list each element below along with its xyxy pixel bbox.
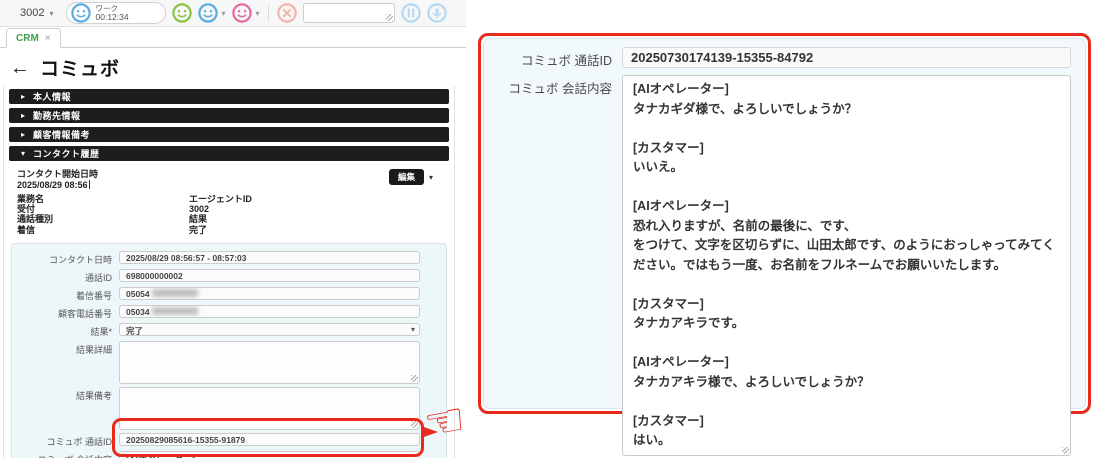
- dial-number-input[interactable]: [302, 3, 395, 23]
- page-header: ← コミュボ: [0, 48, 466, 86]
- meta-label: 受付: [17, 204, 36, 215]
- contact-datetime-input[interactable]: 2025/08/29 08:56:57 - 08:57:03: [119, 250, 420, 264]
- commubo-call-id-input[interactable]: 20250829085616-15355-91879: [119, 432, 420, 446]
- field-label: 結果備考: [75, 390, 112, 401]
- customer-phone-input[interactable]: 05034: [119, 304, 420, 318]
- contact-form: コンタクト日時 2025/08/29 08:56:57 - 08:57:03 通…: [11, 242, 447, 458]
- tab-crm-label: CRM: [16, 32, 39, 44]
- meta-value: エージェントID: [189, 194, 252, 204]
- meta-value: 完了: [189, 224, 208, 235]
- result-detail-textarea[interactable]: [119, 340, 420, 384]
- chevron-down-icon: ▾: [410, 324, 415, 334]
- chevron-down-icon: ▾: [49, 8, 54, 18]
- accordion-workplace-info[interactable]: ▸ 勤務先情報: [9, 108, 449, 123]
- screen: 3002 ▾ ワーク 00:12:34 ▾ ▾ CRM × ← コミュボ ▸ 本…: [0, 0, 1094, 458]
- tab-crm[interactable]: CRM ×: [6, 28, 61, 48]
- edit-button[interactable]: 編集: [388, 169, 424, 185]
- tab-bar: CRM ×: [0, 27, 466, 48]
- resize-grip-icon[interactable]: [1062, 446, 1069, 454]
- field-label: コンタクト日時: [48, 254, 112, 265]
- close-icon[interactable]: ×: [45, 33, 51, 44]
- masked-digits: [151, 288, 198, 297]
- chevron-down-icon[interactable]: ▾: [222, 9, 226, 18]
- commubo-call-id-input[interactable]: 20250730174139-15355-84792: [622, 47, 1071, 68]
- masked-digits: [151, 306, 198, 315]
- meta-label: 通話種別: [17, 214, 54, 225]
- field-label: コミュボ 通話ID: [46, 436, 112, 447]
- back-arrow-icon[interactable]: ←: [10, 58, 30, 78]
- field-label: 着信番号: [75, 290, 112, 301]
- work-status-icon[interactable]: [197, 3, 218, 23]
- chevron-right-icon: ▸: [21, 129, 26, 139]
- resize-grip-icon: [385, 14, 393, 21]
- chevron-right-icon: ▸: [21, 91, 26, 101]
- accordion-contact-history[interactable]: ▾ コンタクト履歴: [9, 146, 449, 161]
- field-label: コミュボ 会話内容: [508, 82, 612, 96]
- meta-value: 3002: [189, 204, 210, 215]
- extension-value: 3002: [20, 7, 45, 19]
- incoming-number-input[interactable]: 05054: [119, 286, 420, 300]
- field-label: コミュボ 通話ID: [521, 54, 612, 68]
- field-label: コミュボ 会話内容: [22, 451, 112, 458]
- contact-card: ▸ 本人情報 ▸ 勤務先情報 ▸ 顧客情報備考 ▾ コンタクト履歴 コンタクト開…: [3, 86, 455, 458]
- meta-label: 業務名: [17, 194, 45, 204]
- result-note-textarea[interactable]: [119, 386, 420, 430]
- agent-status-pill[interactable]: ワーク 00:12:34: [65, 2, 166, 24]
- field-label: 通話ID: [84, 272, 112, 283]
- zoom-annotation-frame: コミュボ 通話ID 20250730174139-15355-84792 コミュ…: [478, 33, 1091, 456]
- contact-meta: コンタクト開始日時 2025/08/29 08:56 業務名 エージェントID 受…: [9, 165, 449, 241]
- result-select[interactable]: 完了: [119, 322, 420, 336]
- agent-face-icon: [70, 3, 91, 23]
- commubo-transcript-textarea[interactable]: [AIオペレーター] お電話ありがとうございます。株式会社日本プレケケでございま…: [119, 450, 420, 458]
- chevron-down-icon: ▾: [21, 148, 26, 158]
- text-cursor: [88, 179, 90, 189]
- away-status-icon[interactable]: [231, 3, 252, 23]
- accordion-personal-info[interactable]: ▸ 本人情報: [9, 89, 449, 104]
- chevron-down-icon[interactable]: ▾: [429, 173, 433, 182]
- call-id-input[interactable]: 698000000002: [119, 268, 420, 282]
- field-label: 結果詳細: [75, 344, 112, 355]
- mute-mic-icon[interactable]: [426, 3, 447, 23]
- toolbar-divider: [267, 4, 269, 22]
- chevron-right-icon: ▸: [21, 110, 26, 120]
- chevron-down-icon[interactable]: ▾: [256, 9, 260, 18]
- resize-grip-icon[interactable]: [411, 374, 418, 382]
- hold-call-icon[interactable]: [400, 3, 421, 23]
- meta-label: 着信: [17, 224, 36, 235]
- ready-status-icon[interactable]: [171, 3, 192, 23]
- top-toolbar: 3002 ▾ ワーク 00:12:34 ▾ ▾: [0, 0, 466, 27]
- extension-select[interactable]: 3002 ▾: [6, 5, 60, 21]
- contact-start-label: コンタクト開始日時: [17, 169, 99, 179]
- page-title: コミュボ: [40, 59, 121, 80]
- commubo-transcript-textarea[interactable]: [AIオペレーター] タナカギダ様で、よろしいでしょうか？ [カスタマー] いい…: [622, 75, 1071, 456]
- contact-start-value: 2025/08/29 08:56: [17, 179, 90, 190]
- meta-value: 結果: [189, 214, 208, 225]
- resize-grip-icon[interactable]: [411, 420, 418, 428]
- field-label: 結果*: [90, 326, 112, 337]
- field-label: 顧客電話番号: [57, 308, 112, 319]
- status-timer: 00:12:34: [95, 12, 129, 22]
- accordion-customer-notes[interactable]: ▸ 顧客情報備考: [9, 127, 449, 142]
- crm-app: 3002 ▾ ワーク 00:12:34 ▾ ▾ CRM × ← コミュボ ▸ 本…: [0, 0, 466, 458]
- hangup-call-icon[interactable]: [276, 3, 297, 23]
- commubo-detail-panel: コミュボ 通話ID 20250730174139-15355-84792 コミュ…: [483, 38, 1086, 456]
